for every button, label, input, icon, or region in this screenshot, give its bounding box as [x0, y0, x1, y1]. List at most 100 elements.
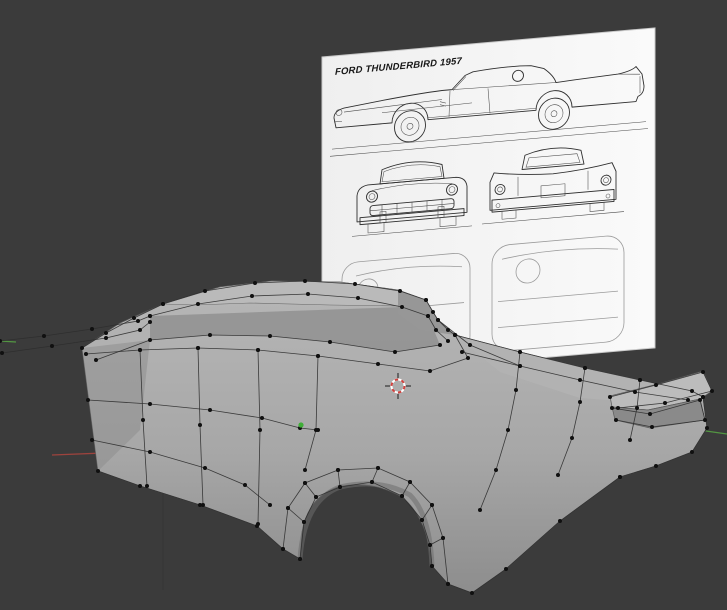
mesh-vertex[interactable]: [424, 298, 428, 302]
mesh-vertex[interactable]: [303, 279, 307, 283]
mesh-vertex[interactable]: [460, 350, 464, 354]
mesh-vertex[interactable]: [635, 406, 639, 410]
mesh-vertex[interactable]: [518, 350, 522, 354]
mesh-vertex[interactable]: [420, 518, 424, 522]
mesh-vertex[interactable]: [608, 395, 612, 399]
mesh-vertex[interactable]: [466, 356, 470, 360]
mesh-vertex[interactable]: [86, 398, 90, 402]
mesh-vertex[interactable]: [470, 591, 474, 595]
mesh-vertex[interactable]: [506, 428, 510, 432]
mesh-vertex[interactable]: [570, 436, 574, 440]
mesh-vertex[interactable]: [253, 281, 257, 285]
mesh-vertex[interactable]: [316, 354, 320, 358]
mesh-vertex[interactable]: [203, 466, 207, 470]
mesh-vertex[interactable]: [306, 292, 310, 296]
mesh-vertex[interactable]: [558, 519, 562, 523]
mesh-vertex[interactable]: [428, 543, 432, 547]
mesh-vertex[interactable]: [504, 567, 508, 571]
mesh-vertex[interactable]: [196, 302, 200, 306]
mesh-vertex[interactable]: [303, 481, 307, 485]
mesh-vertex[interactable]: [578, 378, 582, 382]
mesh-vertex[interactable]: [686, 398, 690, 402]
mesh-vertex[interactable]: [376, 466, 380, 470]
mesh-vertex[interactable]: [0, 351, 4, 355]
mesh-vertex[interactable]: [468, 343, 472, 347]
mesh-vertex[interactable]: [136, 319, 140, 323]
mesh-vertex[interactable]: [148, 450, 152, 454]
mesh-vertex[interactable]: [196, 346, 200, 350]
mesh-vertex[interactable]: [303, 468, 307, 472]
mesh-vertex[interactable]: [703, 418, 707, 422]
mesh-vertex[interactable]: [628, 438, 632, 442]
mesh-vertex[interactable]: [148, 338, 152, 342]
mesh-vertex[interactable]: [198, 423, 202, 427]
mesh-vertex[interactable]: [328, 340, 332, 344]
mesh-vertex[interactable]: [578, 400, 582, 404]
mesh-vertex[interactable]: [426, 314, 430, 318]
mesh-vertex[interactable]: [434, 328, 438, 332]
mesh-vertex[interactable]: [398, 289, 402, 293]
mesh-vertex[interactable]: [250, 294, 254, 298]
mesh-vertex[interactable]: [518, 364, 522, 368]
mesh-vertex[interactable]: [408, 480, 412, 484]
mesh-vertex[interactable]: [148, 320, 152, 324]
mesh-vertex[interactable]: [393, 350, 397, 354]
mesh-vertex[interactable]: [400, 305, 404, 309]
mesh-vertex[interactable]: [255, 524, 259, 528]
mesh-vertex[interactable]: [281, 547, 285, 551]
mesh-vertex[interactable]: [654, 383, 658, 387]
mesh-vertex[interactable]: [198, 503, 202, 507]
mesh-vertex[interactable]: [298, 557, 302, 561]
mesh-vertex[interactable]: [648, 412, 652, 416]
mesh-vertex[interactable]: [138, 328, 142, 332]
blender-3d-viewport[interactable]: FORD THUNDERBIRD 1957: [0, 0, 727, 610]
mesh-vertex[interactable]: [90, 327, 94, 331]
mesh-vertex[interactable]: [654, 464, 658, 468]
mesh-vertex[interactable]: [42, 334, 46, 338]
mesh-vertex[interactable]: [453, 333, 457, 337]
mesh-vertex[interactable]: [148, 402, 152, 406]
mesh-vertex[interactable]: [208, 408, 212, 412]
selected-mesh-vertex[interactable]: [298, 422, 304, 428]
mesh-vertex[interactable]: [138, 348, 142, 352]
mesh-vertex[interactable]: [90, 438, 94, 442]
mesh-vertex[interactable]: [446, 328, 450, 332]
mesh-vertex[interactable]: [104, 331, 108, 335]
mesh-vertex[interactable]: [314, 495, 318, 499]
mesh-vertex[interactable]: [302, 520, 306, 524]
mesh-vertex[interactable]: [376, 362, 380, 366]
mesh-vertex[interactable]: [141, 418, 145, 422]
mesh-vertex[interactable]: [690, 389, 694, 393]
mesh-vertex[interactable]: [638, 378, 642, 382]
mesh-vertex[interactable]: [698, 398, 702, 402]
mesh-vertex[interactable]: [138, 484, 142, 488]
mesh-vertex[interactable]: [710, 389, 714, 393]
mesh-vertex[interactable]: [400, 494, 404, 498]
mesh-vertex[interactable]: [446, 582, 450, 586]
mesh-vertex[interactable]: [258, 428, 262, 432]
mesh-vertex[interactable]: [316, 428, 320, 432]
mesh-vertex[interactable]: [80, 346, 84, 350]
mesh-vertex[interactable]: [243, 483, 247, 487]
mesh-vertex[interactable]: [514, 388, 518, 392]
mesh-vertex[interactable]: [556, 473, 560, 477]
mesh-vertex[interactable]: [663, 401, 667, 405]
mesh-vertex[interactable]: [96, 469, 100, 473]
mesh-vertex[interactable]: [633, 390, 637, 394]
mesh-vertex[interactable]: [441, 536, 445, 540]
mesh-vertex[interactable]: [430, 503, 434, 507]
mesh-vertex[interactable]: [583, 366, 587, 370]
mesh-vertex[interactable]: [430, 564, 434, 568]
mesh-vertex[interactable]: [428, 369, 432, 373]
mesh-vertex[interactable]: [431, 310, 435, 314]
mesh-vertex[interactable]: [701, 395, 705, 399]
mesh-vertex[interactable]: [148, 314, 152, 318]
mesh-vertex[interactable]: [650, 425, 654, 429]
mesh-vertex[interactable]: [353, 282, 357, 286]
mesh-vertex[interactable]: [268, 334, 272, 338]
mesh-vertex[interactable]: [705, 426, 709, 430]
mesh-vertex[interactable]: [701, 370, 705, 374]
mesh-vertex[interactable]: [268, 503, 272, 507]
mesh-vertex[interactable]: [370, 480, 374, 484]
mesh-vertex[interactable]: [446, 339, 450, 343]
